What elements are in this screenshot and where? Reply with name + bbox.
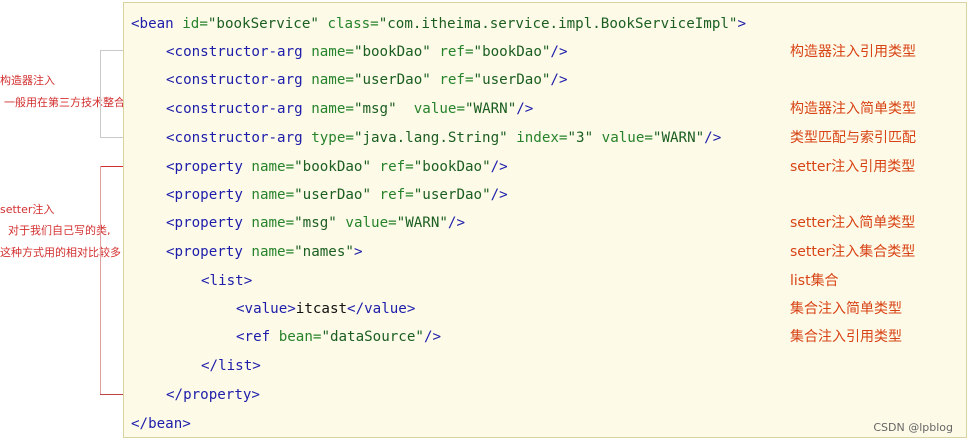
attr: value=: [336, 215, 397, 231]
code-line-constructor-userdao: <constructor-arg name="userDao" ref="use…: [166, 71, 568, 89]
attr: name=: [311, 101, 354, 117]
value: "WARN": [652, 130, 705, 146]
tag: />: [447, 215, 465, 231]
attr: ref=: [430, 72, 474, 88]
attr: index=: [507, 130, 568, 146]
code-line-bean-open: <bean id="bookService" class="com.itheim…: [131, 15, 746, 33]
setter-injection-desc-2: 这种方式用的相对比较多: [0, 246, 121, 259]
attr: type=: [311, 130, 354, 146]
value: "bookService": [207, 16, 319, 32]
value: "userDao": [413, 187, 491, 203]
tag: />: [550, 72, 568, 88]
tag: />: [704, 130, 722, 146]
note-collection-ref: 集合注入引用类型: [790, 329, 902, 345]
note-setter-simple: setter注入简单类型: [790, 215, 916, 231]
attr: name=: [311, 44, 354, 60]
value: "userDao": [473, 72, 551, 88]
code-line-list-close: </list>: [201, 357, 261, 375]
value: "bookDao": [413, 159, 491, 175]
attr: name=: [251, 215, 295, 231]
value: "msg": [353, 101, 397, 117]
attr: value=: [593, 130, 653, 146]
tag: <property: [166, 187, 252, 203]
tag: <constructor-arg: [166, 72, 312, 88]
attr: ref=: [430, 44, 474, 60]
tag: </bean>: [131, 416, 191, 432]
note-setter-ref: setter注入引用类型: [790, 159, 916, 175]
value: "names": [294, 244, 354, 260]
code-line-property-close: </property>: [166, 386, 260, 404]
value: "dataSource": [321, 329, 424, 345]
code-line-constructor-msg: <constructor-arg name="msg" value="WARN"…: [166, 100, 533, 118]
tag: </list>: [201, 358, 261, 374]
value: "msg": [294, 215, 337, 231]
tag: </value>: [347, 301, 416, 317]
watermark: CSDN @lpblog: [873, 421, 953, 434]
value: "java.lang.String": [353, 130, 508, 146]
tag: >: [353, 244, 363, 260]
value: "bookDao": [473, 44, 551, 60]
tag: <constructor-arg: [166, 44, 312, 60]
code-line-constructor-type-index: <constructor-arg type="java.lang.String"…: [166, 129, 721, 147]
setter-injection-title: setter注入: [0, 203, 55, 216]
value: "userDao": [294, 187, 372, 203]
tag: <property: [166, 215, 252, 231]
attr: name=: [251, 244, 295, 260]
value: "bookDao": [353, 44, 431, 60]
note-setter-collection: setter注入集合类型: [790, 244, 916, 260]
attr: name=: [251, 187, 295, 203]
note-list: list集合: [790, 273, 839, 289]
tag: />: [490, 187, 508, 203]
tag: <value>: [236, 301, 296, 317]
note-collection-simple: 集合注入简单类型: [790, 301, 902, 317]
setter-injection-desc-1: 对于我们自己写的类,: [8, 224, 111, 237]
value: "3": [567, 130, 594, 146]
attr: bean=: [278, 329, 322, 345]
tag: <constructor-arg: [166, 101, 312, 117]
tag: >: [737, 16, 747, 32]
note-type-index: 类型匹配与索引匹配: [790, 130, 916, 146]
attr: name=: [311, 72, 354, 88]
attr: ref=: [371, 187, 414, 203]
setter-connector-vertical: [100, 166, 101, 394]
attr: class=: [318, 16, 379, 32]
code-line-bean-close: </bean>: [131, 415, 191, 433]
attr: ref=: [371, 159, 414, 175]
xml-code-panel: <bean id="bookService" class="com.itheim…: [123, 2, 967, 438]
tag: />: [516, 101, 534, 117]
attr: value=: [396, 101, 465, 117]
code-line-property-bookdao: <property name="bookDao" ref="bookDao"/>: [166, 158, 508, 176]
tag: <list>: [201, 273, 253, 289]
tag: />: [423, 329, 442, 345]
tag: <constructor-arg: [166, 130, 312, 146]
code-line-list-open: <list>: [201, 272, 252, 290]
code-line-value-itcast: <value>itcast</value>: [236, 300, 415, 318]
tag: <property: [166, 244, 252, 260]
value: "com.itheima.service.impl.BookServiceImp…: [378, 16, 738, 32]
value: "WARN": [465, 101, 517, 117]
attr: id=: [182, 16, 208, 32]
value: "userDao": [353, 72, 431, 88]
code-line-constructor-bookdao: <constructor-arg name="bookDao" ref="boo…: [166, 43, 568, 61]
code-line-ref-datasource: <ref bean="dataSource"/>: [236, 328, 441, 346]
tag: <ref: [236, 329, 279, 345]
note-constructor-ref: 构造器注入引用类型: [790, 44, 916, 60]
tag: />: [490, 159, 508, 175]
value: "bookDao": [294, 159, 372, 175]
text: itcast: [295, 301, 348, 317]
code-line-property-msg: <property name="msg" value="WARN"/>: [166, 214, 465, 232]
tag: <bean: [131, 16, 183, 32]
constructor-injection-title: 构造器注入: [0, 74, 55, 87]
code-line-property-userdao: <property name="userDao" ref="userDao"/>: [166, 186, 508, 204]
tag: <property: [166, 159, 252, 175]
attr: name=: [251, 159, 295, 175]
tag: />: [550, 44, 568, 60]
tag: </property>: [166, 387, 260, 403]
value: "WARN": [396, 215, 448, 231]
code-line-property-names: <property name="names">: [166, 243, 362, 261]
note-constructor-simple: 构造器注入简单类型: [790, 101, 916, 117]
